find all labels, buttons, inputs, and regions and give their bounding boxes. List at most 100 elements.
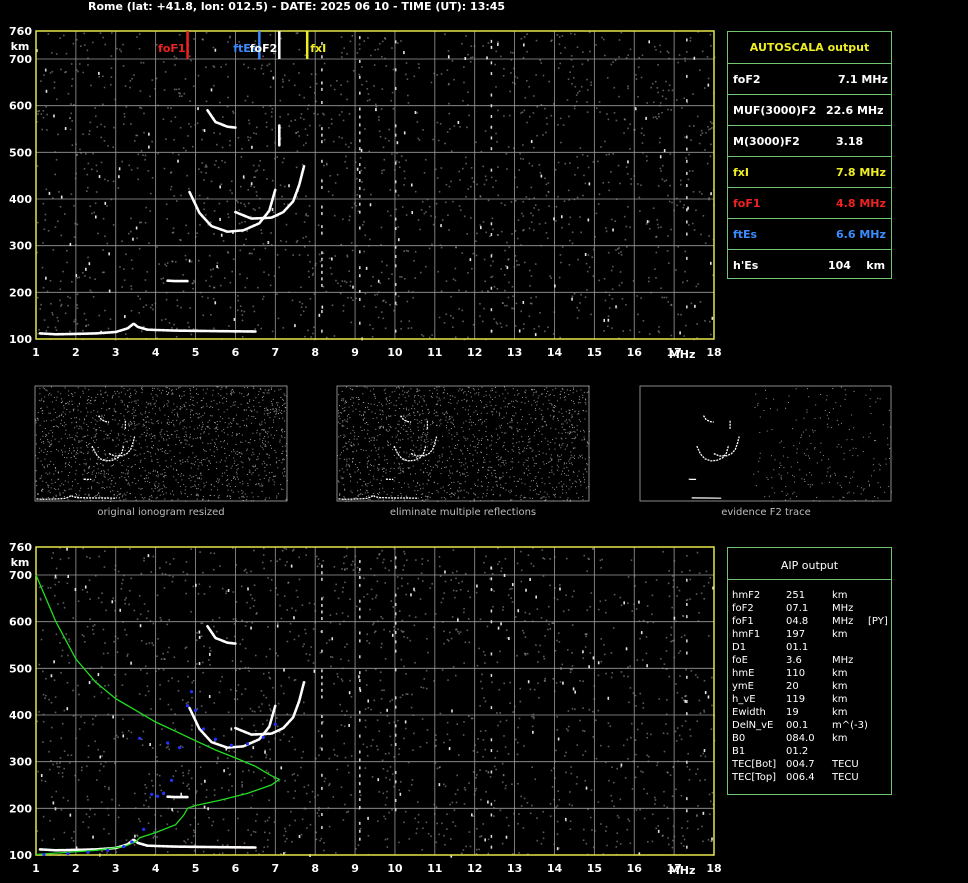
thumb-noise: [41, 398, 43, 400]
noise-dot: [514, 75, 516, 78]
thumb-noise: [284, 394, 286, 396]
noise-dot: [187, 838, 189, 841]
noise-dot: [684, 699, 687, 703]
thumb-noise: [235, 464, 237, 466]
noise-dot: [224, 277, 226, 279]
noise-dot: [516, 562, 519, 565]
noise-dot: [650, 291, 652, 294]
thumb-noise: [266, 412, 268, 414]
noise-dot: [568, 223, 570, 226]
thumb-noise: [47, 473, 49, 475]
noise-dot: [262, 850, 264, 853]
thumb-noise: [220, 440, 222, 442]
noise-dot: [453, 125, 456, 127]
noise-dot: [391, 91, 394, 94]
noise-dot: [404, 720, 407, 724]
noise-dot: [428, 205, 431, 208]
thumb-noise: [124, 418, 126, 420]
noise-dot: [130, 168, 133, 171]
noise-dot: [56, 98, 58, 101]
noise-dot: [705, 131, 707, 134]
noise-dot: [595, 107, 598, 110]
noise-dot: [680, 183, 682, 186]
thumb-noise: [40, 400, 42, 402]
thumb-noise: [213, 399, 215, 401]
noise-dot: [642, 619, 645, 622]
noise-dot: [496, 661, 499, 664]
noise-dot: [480, 835, 483, 837]
noise-dot: [316, 565, 319, 568]
noise-dot: [128, 232, 130, 235]
noise-dot: [50, 674, 53, 678]
thumb-noise: [268, 427, 270, 429]
noise-dot: [571, 707, 574, 710]
noise-dot: [590, 592, 593, 594]
noise-dot: [133, 74, 135, 76]
noise-dot: [170, 708, 173, 711]
noise-dot: [601, 36, 603, 39]
thumb-noise: [225, 457, 227, 459]
noise-dot: [433, 72, 435, 75]
thumb-noise: [170, 434, 172, 436]
noise-dot: [575, 100, 578, 103]
thumb-noise: [190, 409, 192, 411]
noise-dot: [212, 568, 215, 571]
noise-dot: [218, 616, 221, 619]
noise-dot: [331, 257, 333, 261]
thumb-noise: [223, 441, 225, 443]
noise-dot: [195, 792, 197, 794]
noise-dot: [341, 280, 344, 282]
noise-dot: [172, 810, 174, 813]
thumb-noise: [242, 466, 244, 468]
noise-dot: [295, 132, 297, 135]
noise-dot: [533, 197, 535, 199]
noise-dot: [500, 326, 503, 328]
thumb-noise: [263, 419, 265, 421]
noise-dot: [648, 755, 650, 758]
noise-dot: [89, 205, 92, 208]
noise-dot: [45, 694, 47, 697]
thumb-noise: [230, 406, 232, 408]
interference-dot: [359, 790, 361, 794]
noise-dot: [507, 258, 510, 261]
noise-dot: [75, 69, 78, 71]
thumb-noise: [194, 484, 196, 486]
noise-dot: [384, 57, 386, 60]
noise-dot: [156, 246, 158, 248]
noise-dot: [609, 725, 612, 728]
thumb-noise: [53, 419, 55, 421]
noise-dot: [466, 233, 469, 235]
noise-dot: [707, 126, 709, 128]
thumb-noise: [63, 445, 65, 447]
noise-dot: [140, 107, 143, 109]
noise-dot: [571, 242, 574, 245]
noise-dot: [638, 600, 640, 604]
thumb-noise: [248, 406, 250, 408]
noise-dot: [562, 124, 565, 126]
noise-dot: [490, 276, 492, 279]
thumb-noise: [140, 461, 142, 463]
noise-dot: [54, 574, 57, 578]
noise-dot: [466, 126, 468, 129]
interference-dot: [321, 571, 323, 575]
noise-dot: [276, 717, 278, 719]
noise-dot: [200, 622, 203, 625]
noise-dot: [216, 630, 218, 633]
noise-dot: [405, 214, 408, 216]
noise-dot: [494, 757, 497, 759]
noise-dot: [447, 50, 450, 52]
thumb-noise: [120, 391, 122, 393]
noise-dot: [526, 652, 529, 655]
noise-dot: [493, 765, 496, 768]
noise-dot: [281, 161, 284, 164]
noise-dot: [59, 205, 62, 208]
noise-dot: [681, 697, 683, 699]
noise-dot: [523, 36, 526, 38]
thumb-noise: [182, 420, 184, 422]
noise-dot: [556, 833, 559, 836]
thumb-noise: [184, 461, 186, 463]
noise-dot: [657, 330, 660, 332]
noise-dot: [110, 83, 112, 86]
noise-dot: [505, 153, 508, 155]
noise-dot: [382, 561, 384, 564]
